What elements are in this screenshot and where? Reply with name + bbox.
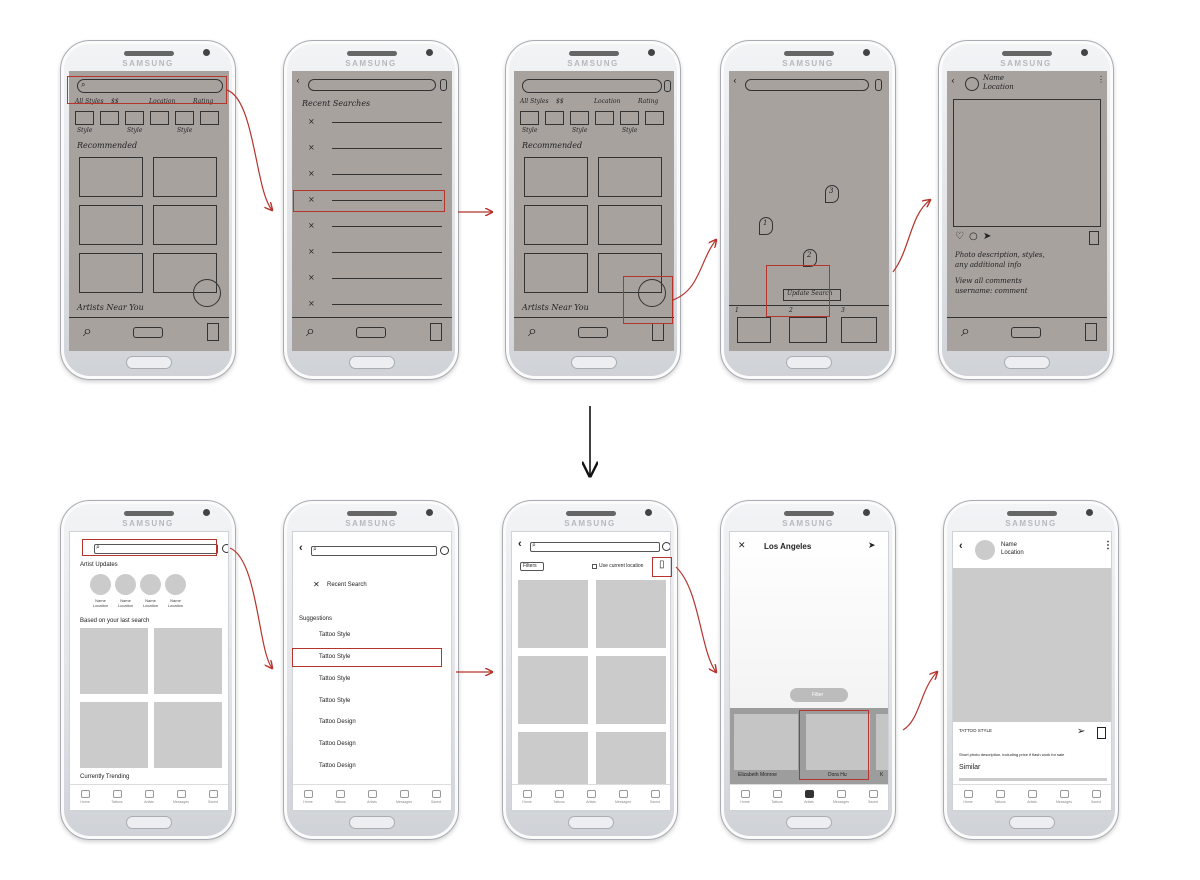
flow-arrow bbox=[892, 200, 930, 273]
flow-arrows bbox=[226, 89, 1200, 731]
flow-arrow bbox=[672, 240, 716, 301]
flow-arrow bbox=[229, 547, 272, 668]
flow-arrow bbox=[675, 566, 716, 672]
flow-arrow bbox=[902, 672, 937, 731]
flow-arrow bbox=[226, 89, 272, 210]
